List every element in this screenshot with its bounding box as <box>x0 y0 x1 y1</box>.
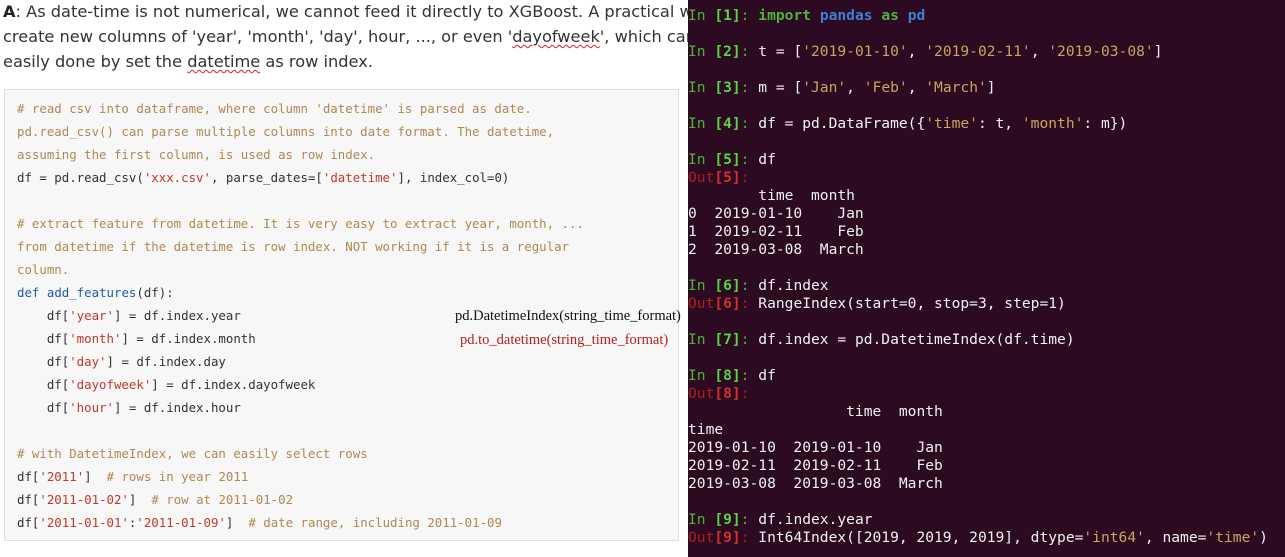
code-line: df['dayofweek'] = df.index.dayofweek <box>17 377 316 392</box>
code-comment: assuming the first column, is used as ro… <box>17 147 376 162</box>
article-panel: A: As date-time is not numerical, we can… <box>0 0 688 557</box>
code-comment: pd.read_csv() can parse multiple columns… <box>17 124 555 139</box>
terminal-output-prompt: Out[8]: <box>688 385 750 402</box>
code-comment: # extract feature from datetime. It is v… <box>17 216 584 231</box>
dataframe-output-row: 2019-01-10 2019-01-10 Jan <box>688 439 943 456</box>
terminal-output-line: Out[9]: Int64Index([2019, 2019, 2019], d… <box>688 529 1268 546</box>
dataframe-output-row: 2019-03-08 2019-03-08 March <box>688 475 943 492</box>
annotation-to-datetime: pd.to_datetime(string_time_format) <box>460 332 669 348</box>
dataframe-output-row: time month <box>688 403 943 420</box>
dataframe-output-row: 2 2019-03-08 March <box>688 241 864 258</box>
spellcheck-word: dayofweek <box>512 27 600 46</box>
dataframe-output-row: time <box>688 421 724 438</box>
dataframe-output-row: 1 2019-02-11 Feb <box>688 223 864 240</box>
ipython-terminal[interactable]: In [1]: import pandas as pd In [2]: t = … <box>688 0 1285 557</box>
terminal-input-line: In [1]: import pandas as pd <box>688 7 926 24</box>
terminal-input-line: In [3]: m = ['Jan', 'Feb', 'March'] <box>688 79 996 96</box>
terminal-input-line: In [9]: df.index.year <box>688 511 873 528</box>
answer-label: A <box>3 2 16 21</box>
code-line: df['hour'] = df.index.hour <box>17 400 241 415</box>
dataframe-output-row: time month <box>688 187 855 204</box>
code-line: df['2011-01-02'] # row at 2011-01-02 <box>17 492 294 507</box>
code-comment: # with DatetimeIndex, we can easily sele… <box>17 446 368 461</box>
code-line: df['2011'] # rows in year 2011 <box>17 469 249 484</box>
terminal-output-prompt: Out[5]: <box>688 169 750 186</box>
code-line: df['month'] = df.index.month <box>17 331 256 346</box>
terminal-input-line: In [7]: df.index = pd.DatetimeIndex(df.t… <box>688 331 1075 348</box>
answer-paragraph: A: As date-time is not numerical, we can… <box>3 2 688 71</box>
terminal-input-line: In [5]: df <box>688 151 776 168</box>
code-line: df['2011-01-01':'2011-01-09'] # date ran… <box>17 515 502 530</box>
spellcheck-word: datetime <box>187 52 261 71</box>
terminal-input-line: In [6]: df.index <box>688 277 829 294</box>
code-comment: # read csv into dataframe, where column … <box>17 101 532 116</box>
terminal-input-line: In [8]: df <box>688 367 776 384</box>
code-comment: from datetime if the datetime is row ind… <box>17 239 570 254</box>
terminal-input-line: In [4]: df = pd.DataFrame({'time': t, 'm… <box>688 115 1128 132</box>
code-line: df = pd.read_csv('xxx.csv', parse_dates=… <box>17 170 510 185</box>
code-line: def add_features(df): <box>17 285 174 300</box>
terminal-output-line: Out[6]: RangeIndex(start=0, stop=3, step… <box>688 295 1066 312</box>
terminal-input-line: In [2]: t = ['2019-01-10', '2019-02-11',… <box>688 43 1163 60</box>
code-line: df['year'] = df.index.year <box>17 308 241 323</box>
dataframe-output-row: 0 2019-01-10 Jan <box>688 205 864 222</box>
code-comment: column. <box>17 262 70 277</box>
code-line: df['day'] = df.index.day <box>17 354 226 369</box>
annotation-datetimeindex: pd.DatetimeIndex(string_time_format) <box>455 308 681 324</box>
dataframe-output-row: 2019-02-11 2019-02-11 Feb <box>688 457 943 474</box>
